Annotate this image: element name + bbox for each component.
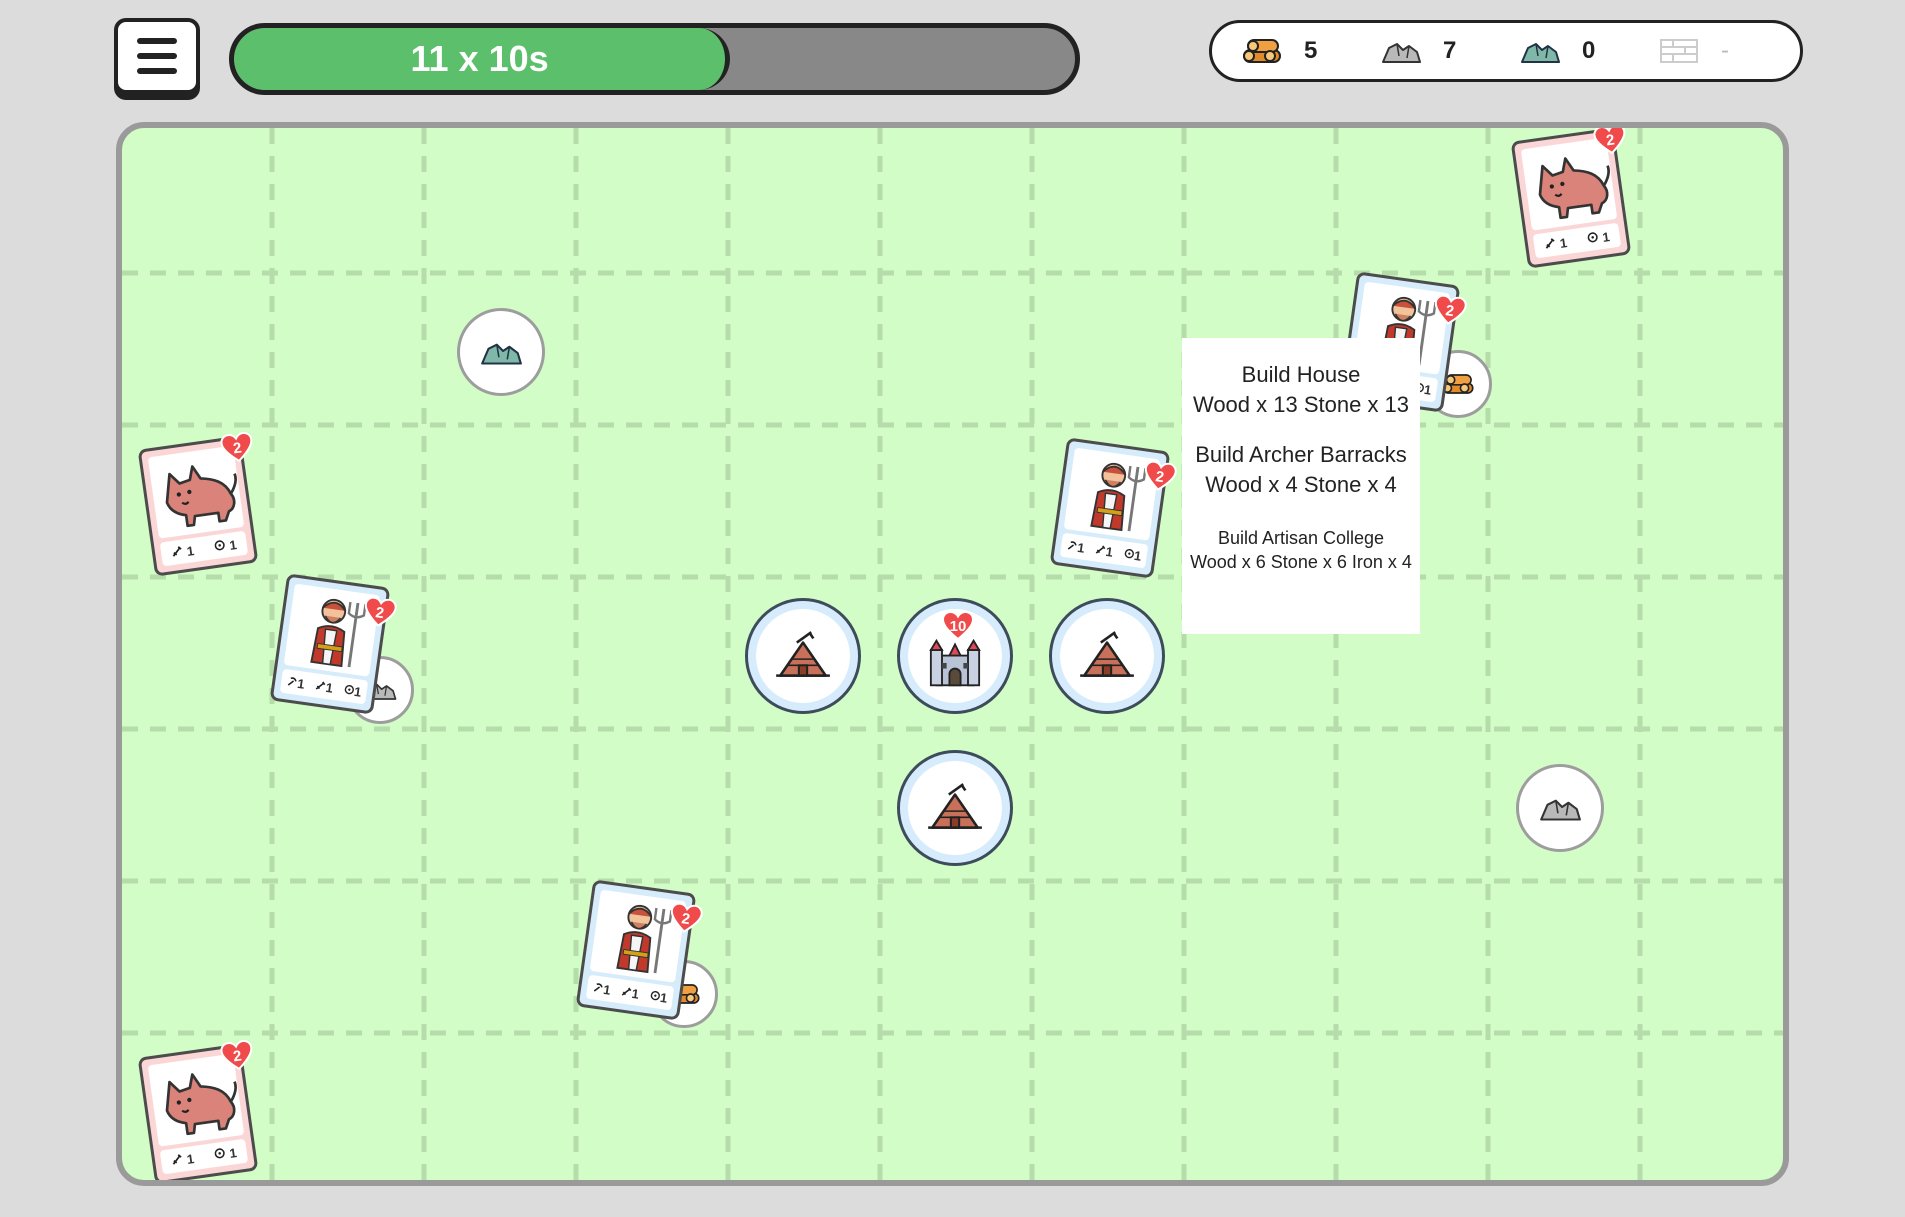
sword-icon: [1543, 236, 1557, 250]
build-option-cost: Wood x 4 Stone x 4: [1205, 472, 1397, 497]
build-artisan-college-option[interactable]: Build Artisan College Wood x 6 Stone x 6…: [1190, 526, 1412, 574]
build-option-title: Build Archer Barracks: [1195, 442, 1407, 467]
wave-timer-bar: 11 x 10s: [229, 23, 1080, 95]
farmer-attack: 1: [324, 679, 335, 696]
heart-icon: 10: [942, 611, 974, 641]
wood-count: 5: [1304, 37, 1318, 64]
wave-timer-fill: 11 x 10s: [234, 28, 731, 90]
wolf-attack: 1: [185, 542, 196, 559]
menu-button[interactable]: [114, 18, 200, 94]
heart-icon: 2: [1432, 294, 1468, 328]
resource-wood: 5: [1240, 36, 1379, 66]
castle-building[interactable]: 10: [897, 598, 1013, 714]
hut-icon: [772, 630, 834, 682]
iron-deposit[interactable]: [457, 308, 545, 396]
target-icon: [1586, 230, 1600, 244]
resource-stone: 7: [1379, 36, 1518, 66]
hut-building[interactable]: [897, 750, 1013, 866]
build-option-title: Build Artisan College: [1217, 528, 1385, 548]
sword-icon: [170, 1152, 184, 1166]
farmer-range: 1: [1423, 381, 1433, 398]
castle-icon: [927, 637, 983, 689]
wolf-range: 1: [1601, 228, 1611, 245]
locked-count: -: [1721, 37, 1729, 64]
hut-building[interactable]: [745, 598, 861, 714]
brick-icon: [1657, 36, 1701, 66]
build-house-option[interactable]: Build House Wood x 13 Stone x 13: [1193, 360, 1409, 420]
build-option-cost: Wood x 13 Stone x 13: [1192, 392, 1410, 417]
stone-icon: [1537, 792, 1583, 824]
build-menu: Build House Wood x 13 Stone x 13 Build A…: [1182, 338, 1420, 634]
build-option-title: Build House: [1241, 362, 1361, 387]
farmer-attack: 1: [630, 985, 641, 1002]
heart-icon: 2: [1592, 123, 1628, 157]
hut-building[interactable]: [1049, 598, 1165, 714]
stone-deposit[interactable]: [1516, 764, 1604, 852]
heart-icon: 2: [219, 431, 255, 465]
resource-locked: -: [1657, 36, 1796, 66]
castle-hp: 10: [949, 617, 967, 635]
wolf-range: 1: [228, 1144, 238, 1161]
iron-ore-icon: [478, 336, 524, 368]
sword-icon: [170, 544, 184, 558]
wave-timer-label: 11 x 10s: [410, 38, 549, 79]
farmer-range: 1: [659, 989, 669, 1006]
farmer-range: 1: [1133, 547, 1143, 564]
farmer-card[interactable]: 1 1 1 2: [575, 879, 697, 1021]
heart-icon: 2: [219, 1039, 255, 1073]
game-board[interactable]: 10 1 1 2 1 1 2 1 1 2 1 1 1 2 1 1 1 2 1 1…: [116, 122, 1789, 1186]
resource-panel: 5 7 0 -: [1209, 20, 1803, 82]
heart-icon: 2: [362, 596, 398, 630]
iron-ore-icon: [1518, 36, 1562, 66]
farmer-gather: 1: [1076, 539, 1086, 556]
target-icon: [213, 1146, 227, 1160]
heart-icon: 2: [668, 902, 704, 936]
farmer-card[interactable]: 1 1 1 2: [1049, 437, 1171, 579]
resource-iron: 0: [1518, 36, 1657, 66]
farmer-card[interactable]: 1 1 1 2: [269, 573, 391, 715]
hut-icon: [1076, 630, 1138, 682]
hut-icon: [924, 782, 986, 834]
farmer-range: 1: [353, 683, 363, 700]
farmer-attack: 1: [1104, 543, 1115, 560]
wolf-card[interactable]: 1 1 2: [1510, 128, 1632, 269]
stone-icon: [1379, 36, 1423, 66]
wood-logs-icon: [1240, 36, 1284, 66]
build-archer-barracks-option[interactable]: Build Archer Barracks Wood x 4 Stone x 4: [1195, 440, 1407, 500]
wolf-card[interactable]: 1 1 2: [137, 435, 259, 577]
stone-count: 7: [1443, 37, 1457, 64]
farmer-gather: 1: [296, 675, 306, 692]
hamburger-menu-icon: [137, 38, 177, 44]
farmer-gather: 1: [602, 981, 612, 998]
iron-count: 0: [1582, 37, 1596, 64]
build-option-cost: Wood x 6 Stone x 6 Iron x 4: [1190, 552, 1412, 572]
wolf-card[interactable]: 1 1 2: [137, 1043, 259, 1180]
heart-icon: 2: [1142, 460, 1178, 494]
wolf-attack: 1: [185, 1150, 196, 1167]
wolf-range: 1: [228, 536, 238, 553]
target-icon: [213, 538, 227, 552]
wolf-attack: 1: [1558, 234, 1569, 251]
